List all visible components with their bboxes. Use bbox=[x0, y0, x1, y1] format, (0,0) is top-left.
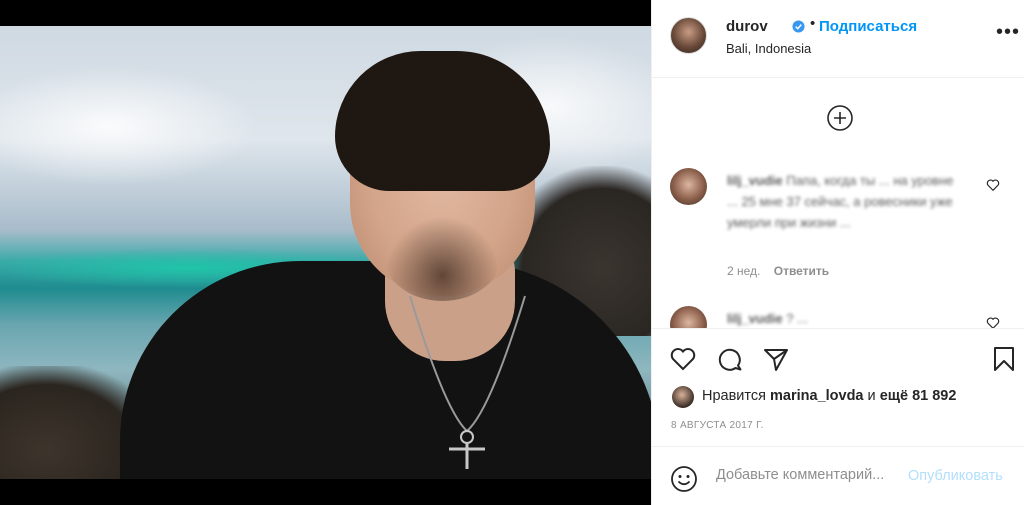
separator-dot: • bbox=[810, 15, 816, 32]
comment-age: 2 нед. bbox=[727, 264, 761, 278]
comment-username[interactable]: lilj_vudie bbox=[727, 311, 783, 326]
heart-icon[interactable] bbox=[986, 178, 1000, 192]
publish-button[interactable]: Опубликовать bbox=[908, 468, 1003, 484]
post-photo[interactable] bbox=[0, 0, 651, 505]
post-location[interactable]: Bali, Indonesia bbox=[726, 41, 811, 56]
comment-input[interactable] bbox=[716, 467, 906, 483]
photo-image bbox=[0, 26, 651, 479]
comment-icon[interactable] bbox=[716, 345, 744, 373]
person-beard bbox=[385, 216, 500, 301]
avatar[interactable] bbox=[672, 386, 694, 408]
verified-badge-icon bbox=[792, 20, 805, 33]
likes-conjunction: и bbox=[867, 388, 876, 404]
post-actions-bar bbox=[652, 328, 1024, 384]
comment-meta: 2 нед. Ответить bbox=[727, 264, 829, 278]
heart-icon[interactable] bbox=[669, 345, 697, 373]
comment-avatar[interactable] bbox=[670, 306, 707, 328]
post-date[interactable]: 8 АВГУСТА 2017 Г. bbox=[671, 420, 764, 431]
share-icon[interactable] bbox=[762, 345, 790, 373]
post-sidebar: durov • Подписаться Bali, Indonesia ••• … bbox=[651, 0, 1024, 505]
post-header: durov • Подписаться Bali, Indonesia ••• bbox=[652, 0, 1024, 78]
necklace bbox=[409, 295, 526, 469]
comments-list[interactable]: lilj_vudie Папа, когда ты ... на уровне … bbox=[652, 78, 1024, 328]
follow-button[interactable]: Подписаться bbox=[819, 18, 917, 35]
instagram-post-view: durov • Подписаться Bali, Indonesia ••• … bbox=[0, 0, 1024, 505]
cloud bbox=[0, 66, 260, 186]
comment-item: lilj_vudie Папа, когда ты ... на уровне … bbox=[652, 168, 1024, 288]
comment-body: ? ... bbox=[786, 311, 808, 326]
likes-count[interactable]: ещё 81 892 bbox=[880, 388, 957, 404]
bookmark-icon[interactable] bbox=[990, 345, 1018, 373]
reply-button[interactable]: Ответить bbox=[774, 264, 829, 278]
plus-circle-icon[interactable] bbox=[826, 104, 854, 132]
comment-avatar[interactable] bbox=[670, 168, 707, 205]
avatar[interactable] bbox=[670, 17, 707, 54]
heart-icon[interactable] bbox=[986, 316, 1000, 328]
post-username[interactable]: durov bbox=[726, 18, 768, 35]
emoji-icon[interactable] bbox=[670, 465, 698, 493]
comment-item: lilj_vudie ? ... bbox=[652, 306, 1024, 328]
comment-text-blurred: lilj_vudie ? ... bbox=[727, 308, 967, 328]
likes-prefix: Нравится bbox=[702, 388, 766, 404]
more-options-icon[interactable]: ••• bbox=[996, 22, 1020, 42]
comment-text-blurred: lilj_vudie Папа, когда ты ... на уровне … bbox=[727, 170, 967, 233]
add-comment-bar: Опубликовать bbox=[652, 446, 1024, 505]
likes-text: Нравится marina_lovda и ещё 81 892 bbox=[702, 388, 956, 404]
liker-username[interactable]: marina_lovda bbox=[770, 388, 864, 404]
comment-username[interactable]: lilj_vudie bbox=[727, 173, 783, 188]
